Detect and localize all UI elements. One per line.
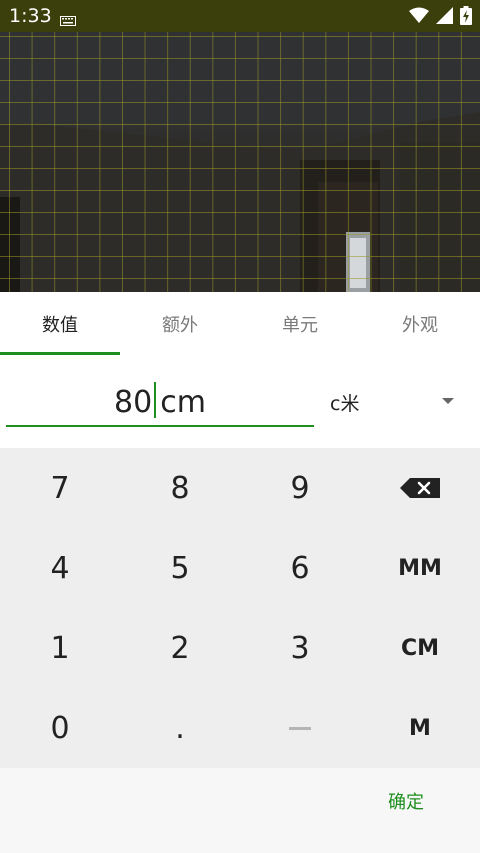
input-row: 80 cm c米 bbox=[0, 355, 480, 448]
camera-preview[interactable] bbox=[0, 32, 480, 292]
key-5[interactable]: 5 bbox=[120, 528, 240, 608]
value-input[interactable]: 80 cm bbox=[6, 377, 314, 427]
tab-appearance[interactable]: 外观 bbox=[360, 292, 480, 355]
unit-dropdown[interactable]: c米 bbox=[330, 389, 359, 416]
key-4[interactable]: 4 bbox=[0, 528, 120, 608]
key-0[interactable]: 0 bbox=[0, 688, 120, 768]
backspace-icon bbox=[400, 471, 440, 506]
value-number: 80 bbox=[114, 385, 153, 420]
dropdown-arrow-icon[interactable] bbox=[442, 398, 454, 404]
status-icons bbox=[409, 6, 472, 29]
key-6[interactable]: 6 bbox=[240, 528, 360, 608]
grid-overlay bbox=[0, 32, 480, 292]
cell-signal-icon bbox=[436, 7, 453, 28]
tab-extra[interactable]: 额外 bbox=[120, 292, 240, 355]
confirm-button[interactable]: 确定 bbox=[388, 788, 424, 814]
tab-unit[interactable]: 单元 bbox=[240, 292, 360, 355]
key-unit-cm[interactable]: CM bbox=[360, 608, 480, 688]
key-unit-mm[interactable]: MM bbox=[360, 528, 480, 608]
status-time: 1:33 bbox=[9, 5, 52, 27]
dialog-footer: 确定 bbox=[0, 768, 480, 853]
keyboard-icon bbox=[60, 11, 76, 30]
tab-bar: 数值 额外 单元 外观 bbox=[0, 292, 480, 355]
number-keypad: 7 8 9 4 5 6 MM 1 2 3 CM 0 . M bbox=[0, 448, 480, 768]
wifi-icon bbox=[409, 7, 429, 28]
key-1[interactable]: 1 bbox=[0, 608, 120, 688]
key-decimal[interactable]: . bbox=[120, 688, 240, 768]
key-8[interactable]: 8 bbox=[120, 448, 240, 528]
key-unit-m[interactable]: M bbox=[360, 688, 480, 768]
tab-value[interactable]: 数值 bbox=[0, 292, 120, 355]
key-3[interactable]: 3 bbox=[240, 608, 360, 688]
minus-icon bbox=[289, 726, 311, 730]
text-caret bbox=[154, 382, 157, 418]
value-suffix: cm bbox=[160, 385, 206, 420]
key-9[interactable]: 9 bbox=[240, 448, 360, 528]
status-bar: 1:33 bbox=[0, 0, 480, 32]
battery-charging-icon bbox=[460, 6, 472, 29]
key-minus[interactable] bbox=[240, 688, 360, 768]
key-2[interactable]: 2 bbox=[120, 608, 240, 688]
backspace-button[interactable] bbox=[360, 448, 480, 528]
key-7[interactable]: 7 bbox=[0, 448, 120, 528]
